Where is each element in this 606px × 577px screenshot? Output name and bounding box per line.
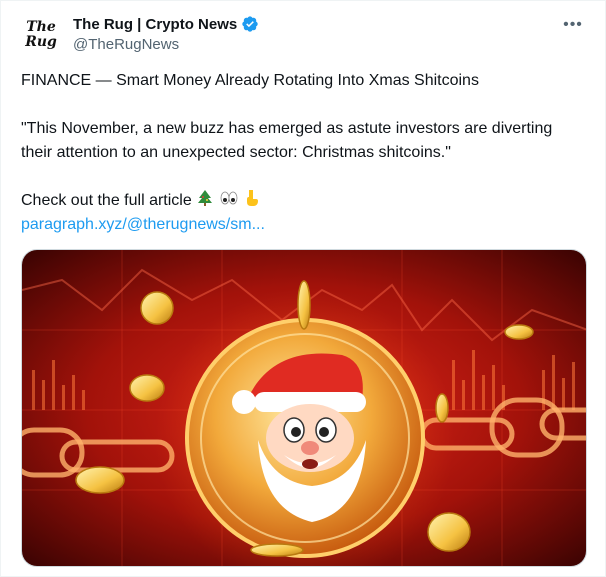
santa-coin-illustration (22, 250, 586, 566)
tweet-headline: FINANCE — Smart Money Already Rotating I… (21, 72, 479, 89)
avatar-line1: The (26, 19, 56, 35)
author-name[interactable]: The Rug | Crypto News (73, 16, 237, 33)
christmas-tree-emoji (198, 190, 213, 206)
tweet-quote: "This November, a new buzz has emerged a… (21, 120, 557, 161)
tweet-cta-line: Check out the full article (21, 189, 587, 213)
avatar[interactable]: The Rug (17, 11, 65, 59)
verified-badge-icon (242, 16, 258, 32)
avatar-line2: Rug (25, 34, 57, 50)
more-options-icon[interactable]: ••• (561, 13, 585, 37)
tweet-cta: Check out the full article (21, 192, 192, 209)
author-handle[interactable]: @TheRugNews (73, 36, 259, 53)
eyes-emoji (220, 191, 238, 205)
article-link[interactable]: paragraph.xyz/@therugnews/sm... (21, 213, 587, 237)
tweet-card: The Rug The Rug | Crypto News @TheRugNew… (0, 0, 606, 577)
pointing-down-emoji (247, 190, 259, 206)
tweet-media-image[interactable] (21, 249, 587, 567)
tweet-body: FINANCE — Smart Money Already Rotating I… (21, 69, 587, 237)
tweet-header: The Rug | Crypto News @TheRugNews (73, 13, 259, 53)
